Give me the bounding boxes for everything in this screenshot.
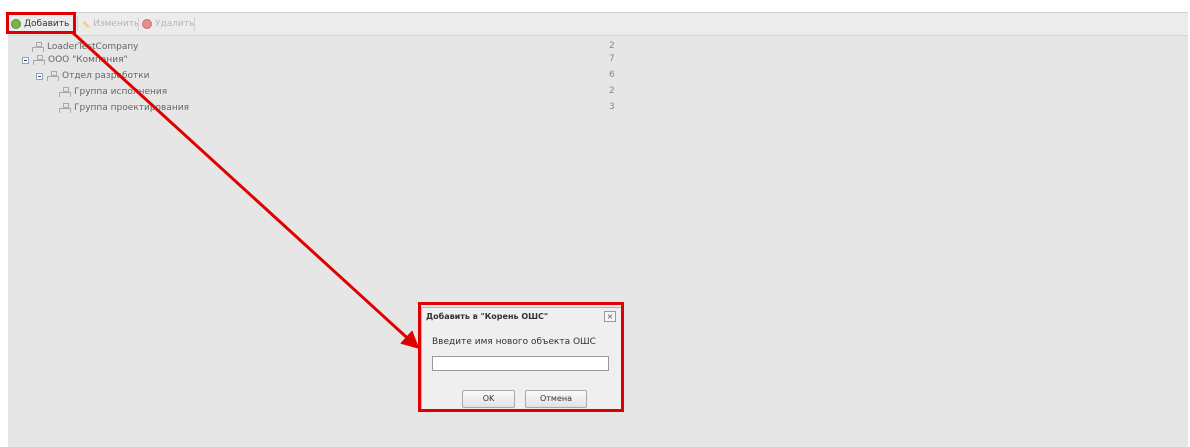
tree-node-count: 7 xyxy=(609,54,615,64)
tree-node-label: Группа проектирования xyxy=(74,103,190,113)
org-structure-panel: Добавить Изменить Удалить LoaderTestComp… xyxy=(8,12,1188,447)
tree-node-label: LoaderTestCompany xyxy=(47,42,139,52)
add-object-dialog: Добавить в "Корень ОШС" × Введите имя но… xyxy=(421,307,622,410)
add-icon xyxy=(11,19,21,29)
tree-node-design-group[interactable]: Группа проектирования xyxy=(59,102,189,114)
cancel-button[interactable]: Отмена xyxy=(525,390,587,408)
dialog-title: Добавить в "Корень ОШС" xyxy=(426,312,549,321)
tree-node-label: ООО "Компания" xyxy=(48,55,128,65)
toolbar-separator xyxy=(77,17,78,31)
close-icon[interactable]: × xyxy=(604,311,616,322)
org-unit-icon xyxy=(59,103,71,113)
tree-node-count: 6 xyxy=(609,70,615,80)
edit-button[interactable]: Изменить xyxy=(82,16,139,32)
tree-node-count: 2 xyxy=(609,41,615,51)
ok-button[interactable]: OK xyxy=(462,390,515,408)
tree-node-execution-group[interactable]: Группа исполнения xyxy=(59,86,167,98)
delete-button-label: Удалить xyxy=(155,19,195,29)
tree-node-label: Отдел разработки xyxy=(62,71,150,81)
tree-node-count: 2 xyxy=(609,86,615,96)
tree-node-count: 3 xyxy=(609,102,615,112)
toolbar: Добавить Изменить Удалить xyxy=(8,13,1188,36)
org-unit-icon xyxy=(32,42,44,52)
delete-button[interactable]: Удалить xyxy=(142,16,194,32)
toolbar-separator xyxy=(138,17,139,31)
collapse-toggle-icon[interactable] xyxy=(22,56,29,64)
tree-node-dev-dept[interactable]: Отдел разработки xyxy=(36,70,150,82)
org-unit-icon xyxy=(33,55,45,65)
tree-node-loadertestcompany[interactable]: LoaderTestCompany xyxy=(32,41,138,53)
add-button[interactable]: Добавить xyxy=(11,16,69,32)
org-unit-icon xyxy=(47,71,59,81)
pencil-icon xyxy=(82,20,90,28)
delete-icon xyxy=(142,19,152,29)
edit-button-label: Изменить xyxy=(93,19,140,29)
toolbar-separator xyxy=(194,17,195,31)
org-unit-icon xyxy=(59,87,71,97)
add-button-label: Добавить xyxy=(24,19,70,29)
collapse-toggle-icon[interactable] xyxy=(36,72,43,80)
tree-node-label: Группа исполнения xyxy=(74,87,168,97)
tree-node-company[interactable]: ООО "Компания" xyxy=(22,54,128,66)
dialog-prompt: Введите имя нового объекта ОШС xyxy=(432,337,596,347)
object-name-input[interactable] xyxy=(432,356,609,371)
